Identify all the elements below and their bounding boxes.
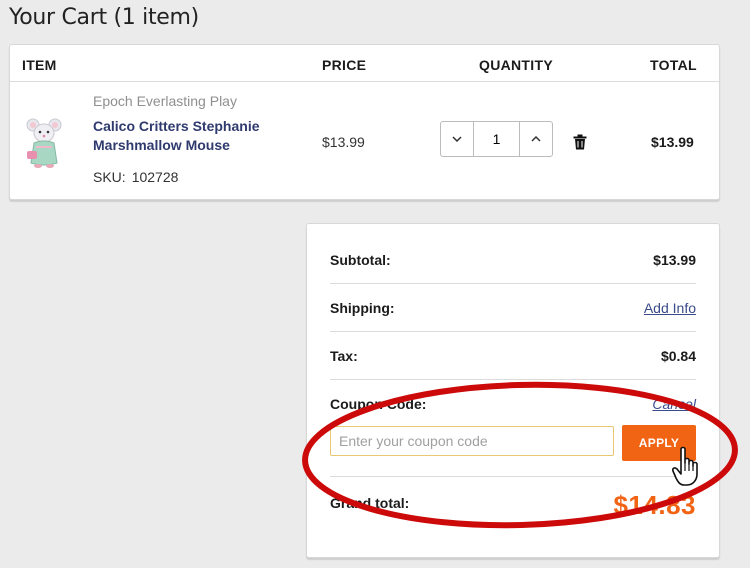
page-title: Your Cart (1 item) [9, 5, 199, 30]
coupon-cancel-link[interactable]: Cancel [652, 396, 696, 412]
quantity-increase-button[interactable] [519, 122, 552, 156]
header-price: PRICE [322, 57, 367, 73]
product-brand: Epoch Everlasting Play [93, 93, 237, 109]
tax-label: Tax: [330, 348, 358, 364]
chevron-up-icon [531, 136, 541, 142]
quantity-input[interactable] [474, 122, 519, 156]
trash-icon[interactable] [573, 134, 587, 150]
coupon-label: Coupon Code: [330, 396, 427, 412]
sku-label: SKU: [93, 169, 126, 185]
divider [330, 476, 696, 477]
divider [330, 379, 696, 380]
line-total: $13.99 [651, 134, 694, 150]
grand-total-value: $14.83 [613, 490, 696, 520]
tax-value: $0.84 [660, 348, 696, 364]
header-item: ITEM [22, 57, 57, 73]
hand-cursor-icon [672, 446, 698, 486]
divider [330, 283, 696, 284]
order-summary: Subtotal: $13.99 Shipping: Add Info Tax:… [306, 223, 720, 558]
product-price: $13.99 [322, 134, 365, 150]
divider [330, 331, 696, 332]
product-image[interactable] [24, 117, 64, 169]
header-total: TOTAL [650, 57, 697, 73]
coupon-code-input[interactable] [330, 426, 614, 456]
product-sku: SKU: 102728 [93, 169, 178, 185]
quantity-decrease-button[interactable] [441, 122, 474, 156]
cart-table: ITEM PRICE QUANTITY TOTAL Epoch Everlast… [9, 44, 720, 200]
shipping-label: Shipping: [330, 300, 395, 316]
sku-value: 102728 [131, 169, 179, 185]
quantity-stepper [440, 121, 553, 157]
product-name-link[interactable]: Calico Critters Stephanie Marshmallow Mo… [93, 117, 293, 155]
cart-table-header: ITEM PRICE QUANTITY TOTAL [10, 45, 719, 82]
chevron-down-icon [452, 136, 462, 142]
subtotal-value: $13.99 [653, 252, 696, 268]
subtotal-label: Subtotal: [330, 252, 391, 268]
header-quantity: QUANTITY [479, 57, 553, 73]
grand-total-label: Grand total: [330, 495, 410, 511]
add-shipping-info-link[interactable]: Add Info [644, 300, 696, 316]
